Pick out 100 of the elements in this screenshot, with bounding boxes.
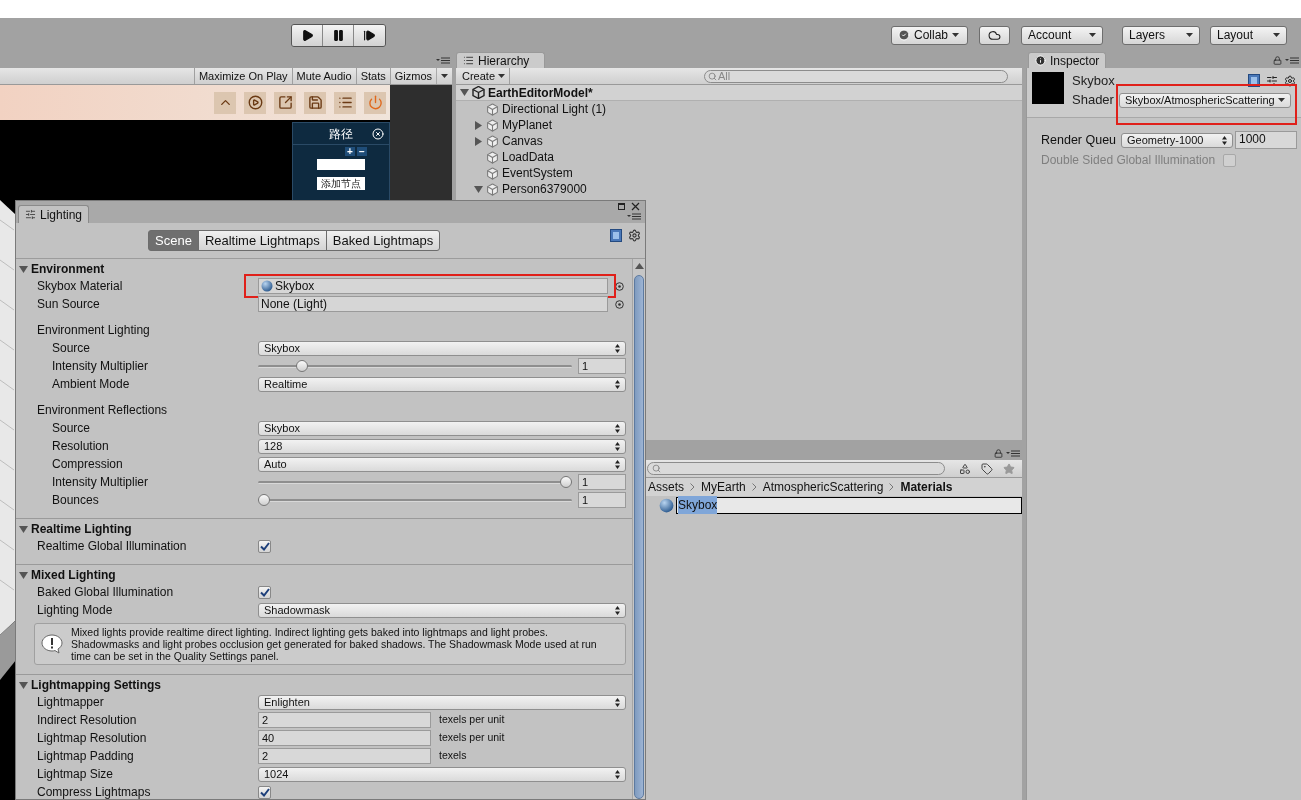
breadcrumb-link[interactable]: Materials: [900, 478, 953, 496]
field-label: Compression: [52, 456, 124, 473]
lock-icon[interactable]: [994, 449, 1003, 458]
slider[interactable]: [258, 493, 572, 507]
section-title[interactable]: Environment: [31, 260, 105, 278]
dropdown[interactable]: Realtime: [258, 376, 626, 392]
toolbar-toggle[interactable]: Stats: [355, 68, 390, 84]
scene-header[interactable]: EarthEditorModel*: [456, 85, 1022, 101]
number-field[interactable]: 2: [258, 748, 431, 764]
gizmos-dropdown[interactable]: Gizmos: [389, 68, 452, 84]
hierarchy-item[interactable]: MyPlanet: [456, 117, 1022, 133]
tab[interactable]: Baked Lightmaps: [325, 230, 441, 251]
menu-icon[interactable]: [1006, 450, 1020, 457]
header-button[interactable]: [334, 91, 356, 114]
hierarchy-item[interactable]: Canvas: [456, 133, 1022, 149]
account-dropdown[interactable]: Account: [1021, 25, 1103, 45]
add-node-button[interactable]: 添加节点: [317, 177, 365, 190]
tag-icon[interactable]: [981, 462, 993, 475]
sliders-icon[interactable]: [1266, 74, 1278, 87]
checkbox[interactable]: [258, 539, 271, 553]
breadcrumb-link[interactable]: MyEarth: [701, 478, 746, 496]
cloud-button[interactable]: [979, 25, 1010, 45]
checkbox[interactable]: [258, 785, 271, 799]
number-field[interactable]: 1: [578, 474, 626, 490]
tab[interactable]: Realtime Lightmaps: [197, 230, 327, 251]
check-icon: [898, 29, 910, 41]
play-button[interactable]: [292, 24, 323, 46]
breadcrumb-link[interactable]: Assets: [648, 478, 684, 496]
render-queue-dropdown[interactable]: Geometry-1000: [1121, 132, 1233, 148]
shapes-icon[interactable]: [959, 462, 971, 475]
header-button[interactable]: [304, 91, 326, 114]
create-dropdown[interactable]: Create: [458, 68, 511, 84]
panel-tab[interactable]: Inspector: [1028, 52, 1107, 68]
menu-icon[interactable]: [627, 213, 641, 220]
close-icon[interactable]: [631, 202, 640, 211]
expand-arrow-icon[interactable]: [474, 184, 483, 194]
collab-button[interactable]: Collab: [891, 25, 968, 45]
dropdown[interactable]: Skybox: [258, 340, 626, 356]
scroll-up-arrow-icon[interactable]: [634, 263, 644, 269]
settings-icon[interactable]: [1284, 74, 1296, 87]
toolbar-toggle[interactable]: Mute Audio: [291, 68, 356, 84]
number-field[interactable]: 2: [258, 712, 431, 728]
remove-button[interactable]: −: [357, 147, 367, 156]
object-field[interactable]: None (Light): [258, 296, 608, 312]
hierarchy-item[interactable]: Directional Light (1): [456, 101, 1022, 117]
shader-dropdown[interactable]: Skybox/AtmosphericScattering: [1118, 92, 1291, 108]
slider[interactable]: [258, 475, 572, 489]
hierarchy-item[interactable]: LoadData: [456, 149, 1022, 165]
expand-arrow-icon[interactable]: [474, 120, 483, 130]
section-title[interactable]: Mixed Lighting: [31, 566, 116, 584]
header-button[interactable]: [244, 91, 266, 114]
number-field[interactable]: 40: [258, 730, 431, 746]
dropdown[interactable]: Enlighten: [258, 694, 626, 710]
add-button[interactable]: +: [345, 147, 355, 156]
help-book-icon[interactable]: [610, 229, 622, 242]
hierarchy-item[interactable]: EventSystem: [456, 165, 1022, 181]
object-field[interactable]: Skybox: [258, 278, 608, 294]
slider[interactable]: [258, 359, 572, 373]
search-field[interactable]: [647, 462, 945, 475]
dropdown[interactable]: Skybox: [258, 420, 626, 436]
asset-name-field[interactable]: Skybox: [676, 496, 1022, 514]
foldout-arrow-icon[interactable]: [19, 264, 28, 274]
foldout-arrow-icon[interactable]: [19, 570, 28, 580]
slider-thumb[interactable]: [258, 493, 270, 506]
toolbar-toggle[interactable]: Maximize On Play: [193, 68, 292, 84]
dropdown[interactable]: 1024: [258, 766, 626, 782]
select-field[interactable]: [317, 159, 365, 170]
slider-thumb[interactable]: [560, 475, 572, 488]
help-book-icon[interactable]: [1248, 74, 1260, 87]
hierarchy-item[interactable]: Person6379000: [456, 181, 1022, 197]
foldout-arrow-icon[interactable]: [19, 524, 28, 534]
tab[interactable]: Scene: [148, 230, 199, 251]
lock-icon[interactable]: [1273, 56, 1282, 65]
number-field[interactable]: 1000: [1235, 131, 1297, 149]
header-button[interactable]: [274, 91, 296, 114]
slider-thumb[interactable]: [295, 359, 308, 372]
section-title[interactable]: Lightmapping Settings: [31, 676, 161, 694]
number-field[interactable]: 1: [578, 492, 626, 508]
checkbox[interactable]: [258, 585, 271, 599]
breadcrumb-link[interactable]: AtmosphericScattering: [762, 478, 884, 496]
dropdown[interactable]: Auto: [258, 456, 626, 472]
expand-arrow-icon[interactable]: [474, 136, 483, 146]
star-icon[interactable]: [1003, 462, 1015, 475]
step-button[interactable]: [354, 24, 385, 46]
layout-dropdown[interactable]: Layout: [1210, 25, 1287, 45]
menu-icon[interactable]: [436, 56, 450, 64]
number-field[interactable]: 1: [578, 358, 626, 374]
foldout-arrow-icon[interactable]: [19, 680, 28, 690]
expand-arrow-icon[interactable]: [460, 88, 469, 97]
settings-icon[interactable]: [628, 229, 641, 242]
layers-dropdown[interactable]: Layers: [1122, 25, 1200, 45]
menu-icon[interactable]: [1285, 57, 1299, 64]
dropdown[interactable]: 128: [258, 438, 626, 454]
section-title[interactable]: Realtime Lighting: [31, 520, 132, 538]
scrollbar[interactable]: [632, 259, 645, 799]
window-tab[interactable]: Lighting: [18, 205, 90, 223]
panel-tab[interactable]: Hierarchy: [456, 52, 545, 68]
pause-button[interactable]: [323, 24, 354, 46]
dropdown[interactable]: Shadowmask: [258, 602, 626, 618]
maximize-icon[interactable]: [618, 203, 625, 210]
